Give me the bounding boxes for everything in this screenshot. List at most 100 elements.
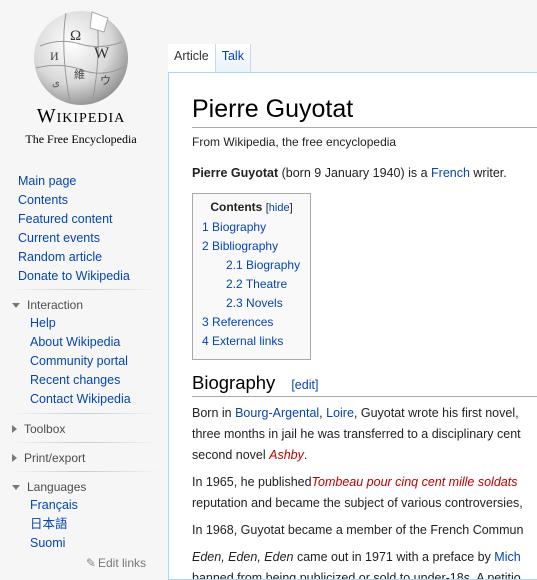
portal-label: Print/export <box>24 451 86 465</box>
section-edit-link[interactable]: [edit] <box>291 378 318 392</box>
language-link[interactable]: 日本語 <box>30 517 68 531</box>
portal-link[interactable]: Recent changes <box>30 373 120 387</box>
portal-interaction: Interaction Help About Wikipedia Communi… <box>10 296 160 409</box>
divider <box>10 413 160 414</box>
article-link[interactable]: Bourg-Argental <box>235 406 319 420</box>
body-paragraph: In 1968, Guyotat became a member of the … <box>192 523 524 537</box>
article-content: Pierre Guyotat From Wikipedia, the free … <box>168 72 537 580</box>
nav-link[interactable]: Donate to Wikipedia <box>18 269 130 283</box>
main-navigation: Main page Contents Featured content Curr… <box>18 172 130 286</box>
toc-item[interactable]: 2.2 Theatre <box>202 275 301 294</box>
toc-item[interactable]: 3 References <box>202 313 301 332</box>
sidebar: Ω W И 維 ウ ی Wikipedia The Free Encyclope… <box>0 0 168 580</box>
portal-label: Languages <box>27 480 87 494</box>
language-link-japanese[interactable]: 日本語 <box>30 515 160 534</box>
nav-item-random-article[interactable]: Random article <box>18 248 130 267</box>
tab-talk[interactable]: Talk <box>215 44 251 72</box>
logo-tagline: The Free Encyclopedia <box>25 132 137 146</box>
nav-link[interactable]: Main page <box>18 174 76 188</box>
tab-label[interactable]: Article <box>174 49 209 63</box>
divider <box>10 471 160 472</box>
body-paragraph: In 1965, he publishedTombeau pour cinq c… <box>192 475 523 510</box>
toc-link[interactable]: 2.2 Theatre <box>226 277 287 291</box>
body-paragraph: Eden, Eden, Eden came out in 1971 with a… <box>192 550 521 580</box>
puzzle-globe-icon: Ω W И 維 ウ ی <box>34 11 128 105</box>
portal-printexport: Print/export <box>10 449 160 467</box>
toc-header: Contents [hide] <box>210 200 293 214</box>
portal-item-help[interactable]: Help <box>30 314 160 333</box>
portal-item-community-portal[interactable]: Community portal <box>30 352 160 371</box>
logo-wordmark: Wikipedia <box>36 105 126 127</box>
nav-item-featured-content[interactable]: Featured content <box>18 210 130 229</box>
redlink[interactable]: Ashby <box>269 448 304 462</box>
page-title: Pierre Guyotat <box>192 95 537 128</box>
portal-link[interactable]: Help <box>30 316 56 330</box>
toc-hide-link[interactable]: hide <box>269 202 290 214</box>
svg-text:ی: ی <box>52 78 60 89</box>
toc-item[interactable]: 1 Biography <box>202 218 301 237</box>
portal-interaction-header[interactable]: Interaction <box>10 296 160 314</box>
article-link[interactable]: Loire <box>326 406 354 420</box>
toc-item[interactable]: 2 Bibliography <box>202 237 301 256</box>
portal-item-contact[interactable]: Contact Wikipedia <box>30 390 160 409</box>
language-link-french[interactable]: Français <box>30 496 160 515</box>
toc-item[interactable]: 4 External links <box>202 332 301 351</box>
nav-link[interactable]: Featured content <box>18 212 113 226</box>
toc-link[interactable]: 4 External links <box>202 334 283 348</box>
language-link[interactable]: Français <box>30 498 78 512</box>
toc-item[interactable]: 2.1 Biography <box>202 256 301 275</box>
nav-item-current-events[interactable]: Current events <box>18 229 130 248</box>
text: writer. <box>469 166 507 180</box>
tab-article[interactable]: Article <box>168 44 216 72</box>
collapsed-arrow-icon <box>12 425 17 433</box>
nav-item-contents[interactable]: Contents <box>18 191 130 210</box>
text: (born 9 January 1940) is a <box>278 166 432 180</box>
wikipedia-logo[interactable]: Ω W И 維 ウ ی Wikipedia The Free Encyclope… <box>16 2 146 152</box>
nav-link[interactable]: Contents <box>18 193 68 207</box>
portal-label: Toolbox <box>24 422 66 436</box>
portal-link[interactable]: About Wikipedia <box>30 335 120 349</box>
expanded-arrow-icon <box>12 302 20 308</box>
portal-link[interactable]: Contact Wikipedia <box>30 392 131 406</box>
nav-item-donate[interactable]: Donate to Wikipedia <box>18 267 130 286</box>
toc-link[interactable]: 3 References <box>202 315 273 329</box>
section-title: Biography <box>192 372 276 393</box>
toc-link[interactable]: 2.3 Novels <box>226 296 283 310</box>
svg-text:Ω: Ω <box>70 28 81 44</box>
portal-languages: Languages Français 日本語 Suomi <box>10 478 160 553</box>
lead-bold: Pierre Guyotat <box>192 166 279 180</box>
divider <box>10 442 160 443</box>
toc-link[interactable]: 2.1 Biography <box>226 258 300 272</box>
portal-languages-header[interactable]: Languages <box>10 478 160 496</box>
divider <box>10 289 160 290</box>
nav-item-main-page[interactable]: Main page <box>18 172 130 191</box>
language-link[interactable]: Suomi <box>30 536 65 550</box>
portal-link[interactable]: Community portal <box>30 354 128 368</box>
portal-printexport-header[interactable]: Print/export <box>10 449 160 467</box>
svg-text:W: W <box>94 45 110 62</box>
portal-item-about[interactable]: About Wikipedia <box>30 333 160 352</box>
article-link[interactable]: French <box>431 166 470 180</box>
edit-links[interactable]: ✎ Edit links <box>86 556 146 570</box>
lead-paragraph: Pierre Guyotat (born 9 January 1940) is … <box>192 163 537 184</box>
section-heading-biography: Biography [edit] <box>192 372 537 397</box>
language-link-finnish[interactable]: Suomi <box>30 534 160 553</box>
toc-link[interactable]: 2 Bibliography <box>202 239 278 253</box>
pencil-icon: ✎ <box>85 556 96 570</box>
nav-link[interactable]: Current events <box>18 231 100 245</box>
portal-toolbox-header[interactable]: Toolbox <box>10 420 160 438</box>
site-subtitle: From Wikipedia, the free encyclopedia <box>192 135 397 149</box>
nav-link[interactable]: Random article <box>18 250 102 264</box>
svg-text:И: И <box>50 49 59 63</box>
body-paragraph: Born in Bourg-Argental, Loire, Guyotat w… <box>192 406 521 462</box>
redlink[interactable]: Tombeau pour cinq cent mille soldats <box>312 475 518 489</box>
toc-link[interactable]: 1 Biography <box>202 220 266 234</box>
portal-item-recent-changes[interactable]: Recent changes <box>30 371 160 390</box>
portal-toolbox: Toolbox <box>10 420 160 438</box>
svg-text:ウ: ウ <box>100 74 111 87</box>
toc-item[interactable]: 2.3 Novels <box>202 294 301 313</box>
svg-text:維: 維 <box>74 68 85 81</box>
article-link[interactable]: Mich <box>494 550 520 564</box>
edit-links-label[interactable]: Edit links <box>98 556 146 570</box>
tab-label[interactable]: Talk <box>222 49 244 63</box>
